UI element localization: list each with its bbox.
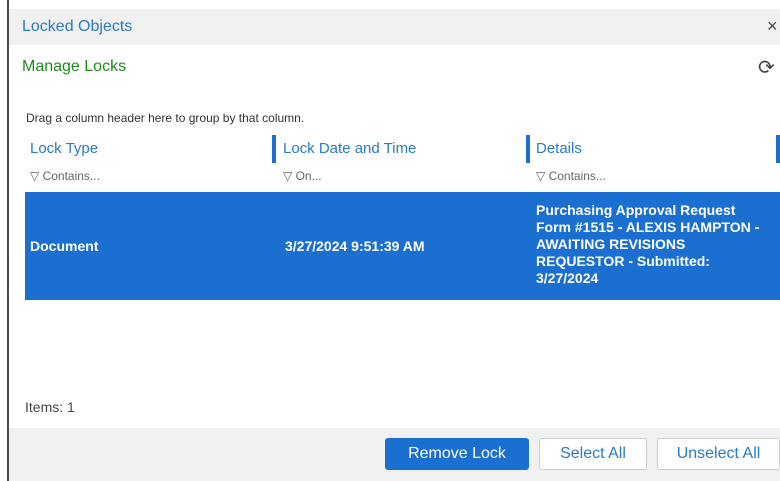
filter-details-text: Contains...: [548, 169, 606, 183]
filter-lock-date[interactable]: ▽ On...: [283, 169, 322, 183]
filter-details[interactable]: ▽ Contains...: [536, 169, 606, 183]
window-left-border: [7, 0, 9, 481]
items-count: Items: 1: [25, 399, 75, 415]
unselect-all-button[interactable]: Unselect All: [657, 438, 780, 470]
column-resize-handle[interactable]: [776, 135, 780, 163]
column-resize-handle[interactable]: [526, 135, 530, 163]
cell-lock-type: Document: [30, 238, 99, 254]
column-header-lock-type[interactable]: Lock Type: [30, 140, 98, 157]
panel-title: Manage Locks: [22, 58, 127, 75]
window-title: Locked Objects: [22, 18, 133, 35]
refresh-icon[interactable]: ⟳: [758, 55, 775, 80]
select-all-button[interactable]: Select All: [539, 438, 647, 470]
filter-lock-type-text: Contains...: [42, 169, 100, 183]
cell-details: Purchasing Approval Request Form #1515 -…: [536, 202, 760, 286]
column-header-details[interactable]: Details: [536, 140, 582, 157]
remove-lock-button[interactable]: Remove Lock: [385, 438, 529, 470]
filter-lock-type[interactable]: ▽ Contains...: [30, 169, 100, 183]
title-bar: Locked Objects ×: [9, 9, 780, 45]
filter-lock-date-text: On...: [295, 169, 322, 183]
cell-lock-date: 3/27/2024 9:51:39 AM: [285, 238, 425, 254]
table-row[interactable]: Document 3/27/2024 9:51:39 AM Purchasing…: [25, 192, 780, 300]
column-header-lock-date[interactable]: Lock Date and Time: [283, 140, 416, 157]
column-resize-handle[interactable]: [272, 135, 276, 163]
close-icon[interactable]: ×: [767, 16, 778, 37]
filter-icon: ▽: [536, 169, 549, 183]
group-by-hint: Drag a column header here to group by th…: [26, 111, 305, 125]
filter-icon: ▽: [283, 169, 296, 183]
filter-icon: ▽: [30, 169, 43, 183]
